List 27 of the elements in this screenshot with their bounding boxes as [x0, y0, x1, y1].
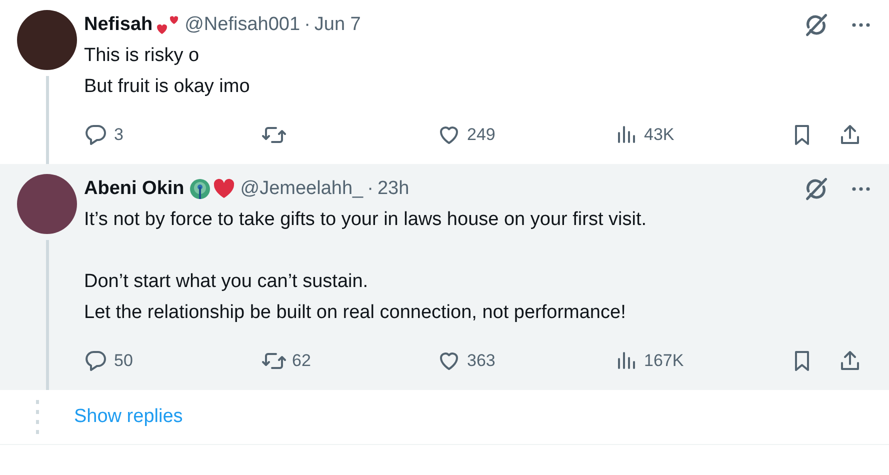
- reply-button[interactable]: 50: [84, 348, 262, 374]
- tweet-text: Let the relationship be built on real connection, not performance!: [84, 301, 627, 325]
- share-icon[interactable]: [838, 123, 862, 147]
- tweet-text: Don’t start what you can’t sustain.: [84, 270, 370, 294]
- separator-dot: ·: [304, 12, 310, 37]
- tweet-time[interactable]: Jun 7: [314, 10, 361, 40]
- views-button[interactable]: 167K: [614, 348, 790, 374]
- user-handle[interactable]: @Jemeelahh_: [240, 174, 364, 204]
- user-handle[interactable]: @Nefisah001: [184, 10, 300, 40]
- reply-icon: [84, 349, 108, 373]
- user-name[interactable]: Abeni Okin: [84, 174, 184, 204]
- reply-icon: [84, 123, 108, 147]
- user-name[interactable]: Nefisah: [84, 10, 153, 40]
- reply-button[interactable]: 3: [84, 122, 262, 148]
- tweet-time[interactable]: 23h: [377, 174, 410, 204]
- dotted-thread-icon: [36, 400, 38, 434]
- like-button[interactable]: 249: [437, 122, 614, 148]
- tweet-text: But fruit is okay imo: [84, 75, 251, 99]
- heart-icon: [212, 177, 236, 201]
- share-icon[interactable]: [838, 349, 862, 373]
- repost-button[interactable]: 62: [262, 348, 437, 374]
- separator-dot: ·: [367, 176, 374, 201]
- like-button[interactable]: 363: [437, 348, 614, 374]
- tweet-text: This is risky o: [84, 44, 200, 68]
- tweet-text: It’s not by force to take gifts to your in laws house on your first visit.: [84, 208, 648, 232]
- two-hearts-icon: [156, 13, 181, 37]
- views-button[interactable]: 43K: [614, 122, 790, 148]
